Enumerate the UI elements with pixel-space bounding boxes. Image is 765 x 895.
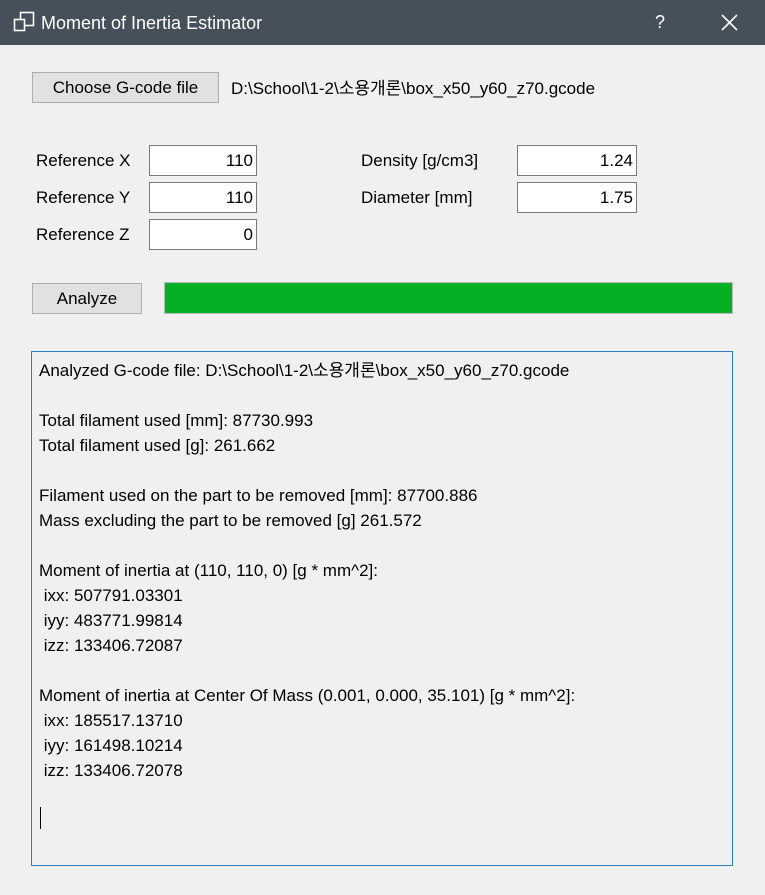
analyze-button[interactable]: Analyze <box>32 283 142 314</box>
output-line: Mass excluding the part to be removed [g… <box>39 511 422 530</box>
density-input[interactable] <box>517 145 637 176</box>
reference-y-label: Reference Y <box>36 188 131 207</box>
output-line: Moment of inertia at (110, 110, 0) [g * … <box>39 561 378 580</box>
close-icon <box>721 14 738 31</box>
text-caret <box>40 807 41 829</box>
density-label: Density [g/cm3] <box>361 151 479 170</box>
output-line: Total filament used [g]: 261.662 <box>39 436 276 455</box>
progress-fill <box>165 283 732 313</box>
results-output-textbox[interactable]: Analyzed G-code file: D:\School\1-2\소용개론… <box>31 351 733 866</box>
output-line: iyy: 483771.99814 <box>39 611 183 630</box>
diameter-input[interactable] <box>517 182 637 213</box>
title-bar[interactable]: Moment of Inertia Estimator ? <box>0 0 765 45</box>
help-button[interactable]: ? <box>640 0 680 45</box>
output-line: Total filament used [mm]: 87730.993 <box>39 411 314 430</box>
reference-z-label: Reference Z <box>36 225 130 244</box>
reference-z-input[interactable] <box>149 219 257 250</box>
reference-x-input[interactable] <box>149 145 257 176</box>
selected-file-path: D:\School\1-2\소용개론\box_x50_y60_z70.gcode <box>231 79 596 98</box>
output-line: iyy: 161498.10214 <box>39 736 183 755</box>
close-button[interactable] <box>708 0 752 45</box>
reference-y-input[interactable] <box>149 182 257 213</box>
output-line: Analyzed G-code file: D:\School\1-2\소용개론… <box>39 361 570 380</box>
output-line: Moment of inertia at Center Of Mass (0.0… <box>39 686 576 705</box>
app-window: Moment of Inertia Estimator ? Choose G-c… <box>0 0 765 895</box>
output-line: izz: 133406.72087 <box>39 636 183 655</box>
window-icon <box>13 11 35 32</box>
analysis-progress-bar <box>164 282 733 314</box>
output-line: ixx: 507791.03301 <box>39 586 183 605</box>
output-line: Filament used on the part to be removed … <box>39 486 478 505</box>
reference-x-label: Reference X <box>36 151 131 170</box>
choose-gcode-button[interactable]: Choose G-code file <box>32 72 219 103</box>
window-title: Moment of Inertia Estimator <box>41 13 263 33</box>
diameter-label: Diameter [mm] <box>361 188 473 207</box>
output-line: izz: 133406.72078 <box>39 761 183 780</box>
output-line: ixx: 185517.13710 <box>39 711 183 730</box>
